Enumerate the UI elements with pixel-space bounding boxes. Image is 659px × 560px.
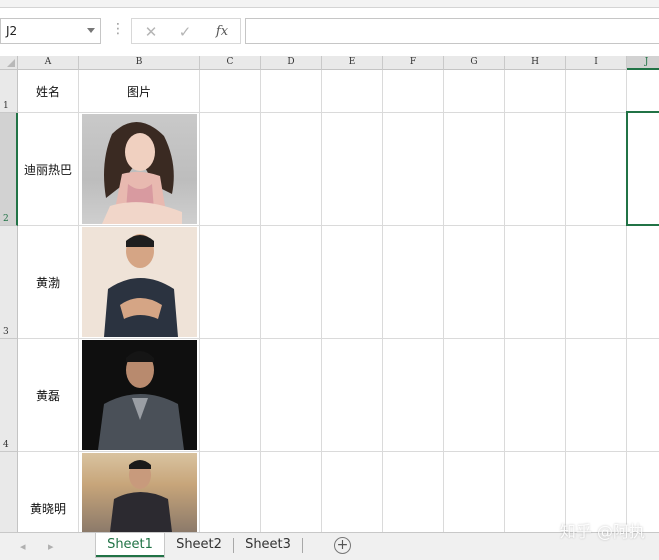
column-header-c[interactable]: C xyxy=(200,56,261,70)
row-header-3[interactable]: 3 xyxy=(0,226,18,339)
more-options-icon: ⋮ xyxy=(111,21,125,37)
gridline xyxy=(565,70,566,532)
column-header-a[interactable]: A xyxy=(18,56,79,70)
gridline xyxy=(260,70,261,532)
formula-buttons: ✕ ✓ fx xyxy=(131,18,241,44)
column-header-i[interactable]: I xyxy=(566,56,627,70)
check-icon[interactable]: ✓ xyxy=(175,22,195,42)
gridline xyxy=(18,338,659,339)
cell-a4[interactable]: 黄磊 xyxy=(18,339,78,451)
column-header-d[interactable]: D xyxy=(261,56,322,70)
gridline xyxy=(504,70,505,532)
portrait-image xyxy=(102,121,182,224)
add-sheet-icon[interactable]: + xyxy=(334,537,351,554)
row-header-5[interactable] xyxy=(0,452,18,532)
person-photo-4[interactable] xyxy=(82,453,197,532)
gridline xyxy=(199,70,200,532)
column-header-j[interactable]: J xyxy=(627,56,659,70)
column-header-g[interactable]: G xyxy=(444,56,505,70)
chevron-down-icon[interactable] xyxy=(87,28,95,33)
sheet-tab-sheet2[interactable]: Sheet2 xyxy=(166,533,232,557)
row-number: 2 xyxy=(3,214,9,224)
gridline xyxy=(18,112,659,113)
gridline xyxy=(18,225,659,226)
sheet-tab-sheet1[interactable]: Sheet1 xyxy=(96,533,164,557)
row-header-4[interactable]: 4 xyxy=(0,339,18,452)
scroll-right-icon[interactable]: ▸ xyxy=(48,540,54,553)
worksheet-grid: A B C D E F G H I J 1 2 3 4 姓名 图片 迪丽热巴 黄… xyxy=(0,56,659,532)
cell-a2[interactable]: 迪丽热巴 xyxy=(18,113,78,225)
cell-b1[interactable]: 图片 xyxy=(79,70,199,112)
cell-a1[interactable]: 姓名 xyxy=(18,70,78,112)
portrait-image xyxy=(110,460,172,532)
scroll-left-icon[interactable]: ◂ xyxy=(20,540,26,553)
selected-cell-j2[interactable] xyxy=(626,111,659,226)
row-number: 1 xyxy=(3,101,9,111)
portrait-image xyxy=(98,351,184,450)
person-photo-2[interactable] xyxy=(82,227,197,337)
ribbon-strip xyxy=(0,0,659,8)
name-box-value: J2 xyxy=(6,24,18,38)
tab-divider xyxy=(302,538,303,553)
insert-function-icon[interactable]: fx xyxy=(212,22,232,42)
row-header-1[interactable]: 1 xyxy=(0,70,18,113)
cell-a5[interactable]: 黄晓明 xyxy=(18,452,78,532)
portrait-image xyxy=(104,234,178,337)
column-header-h[interactable]: H xyxy=(505,56,566,70)
person-photo-1[interactable] xyxy=(82,114,197,224)
formula-bar: J2 ⋮ ✕ ✓ fx xyxy=(0,8,659,56)
column-header-b[interactable]: B xyxy=(79,56,200,70)
gridline xyxy=(18,451,659,452)
person-photo-3[interactable] xyxy=(82,340,197,450)
name-box[interactable]: J2 xyxy=(0,18,101,44)
sheet-tab-sheet3[interactable]: Sheet3 xyxy=(235,533,301,557)
gridline xyxy=(78,70,79,532)
gridline xyxy=(382,70,383,532)
gridline xyxy=(321,70,322,532)
column-header-f[interactable]: F xyxy=(383,56,444,70)
tab-divider xyxy=(233,538,234,553)
cell-a3[interactable]: 黄渤 xyxy=(18,226,78,338)
row-number: 3 xyxy=(3,327,9,337)
formula-input[interactable] xyxy=(245,18,659,44)
row-header-2[interactable]: 2 xyxy=(0,113,18,226)
gridline xyxy=(443,70,444,532)
watermark: 知乎 @阿执 xyxy=(559,522,645,541)
row-number: 4 xyxy=(3,440,9,450)
column-header-e[interactable]: E xyxy=(322,56,383,70)
close-icon[interactable]: ✕ xyxy=(141,22,161,42)
select-all-corner[interactable] xyxy=(0,56,18,70)
